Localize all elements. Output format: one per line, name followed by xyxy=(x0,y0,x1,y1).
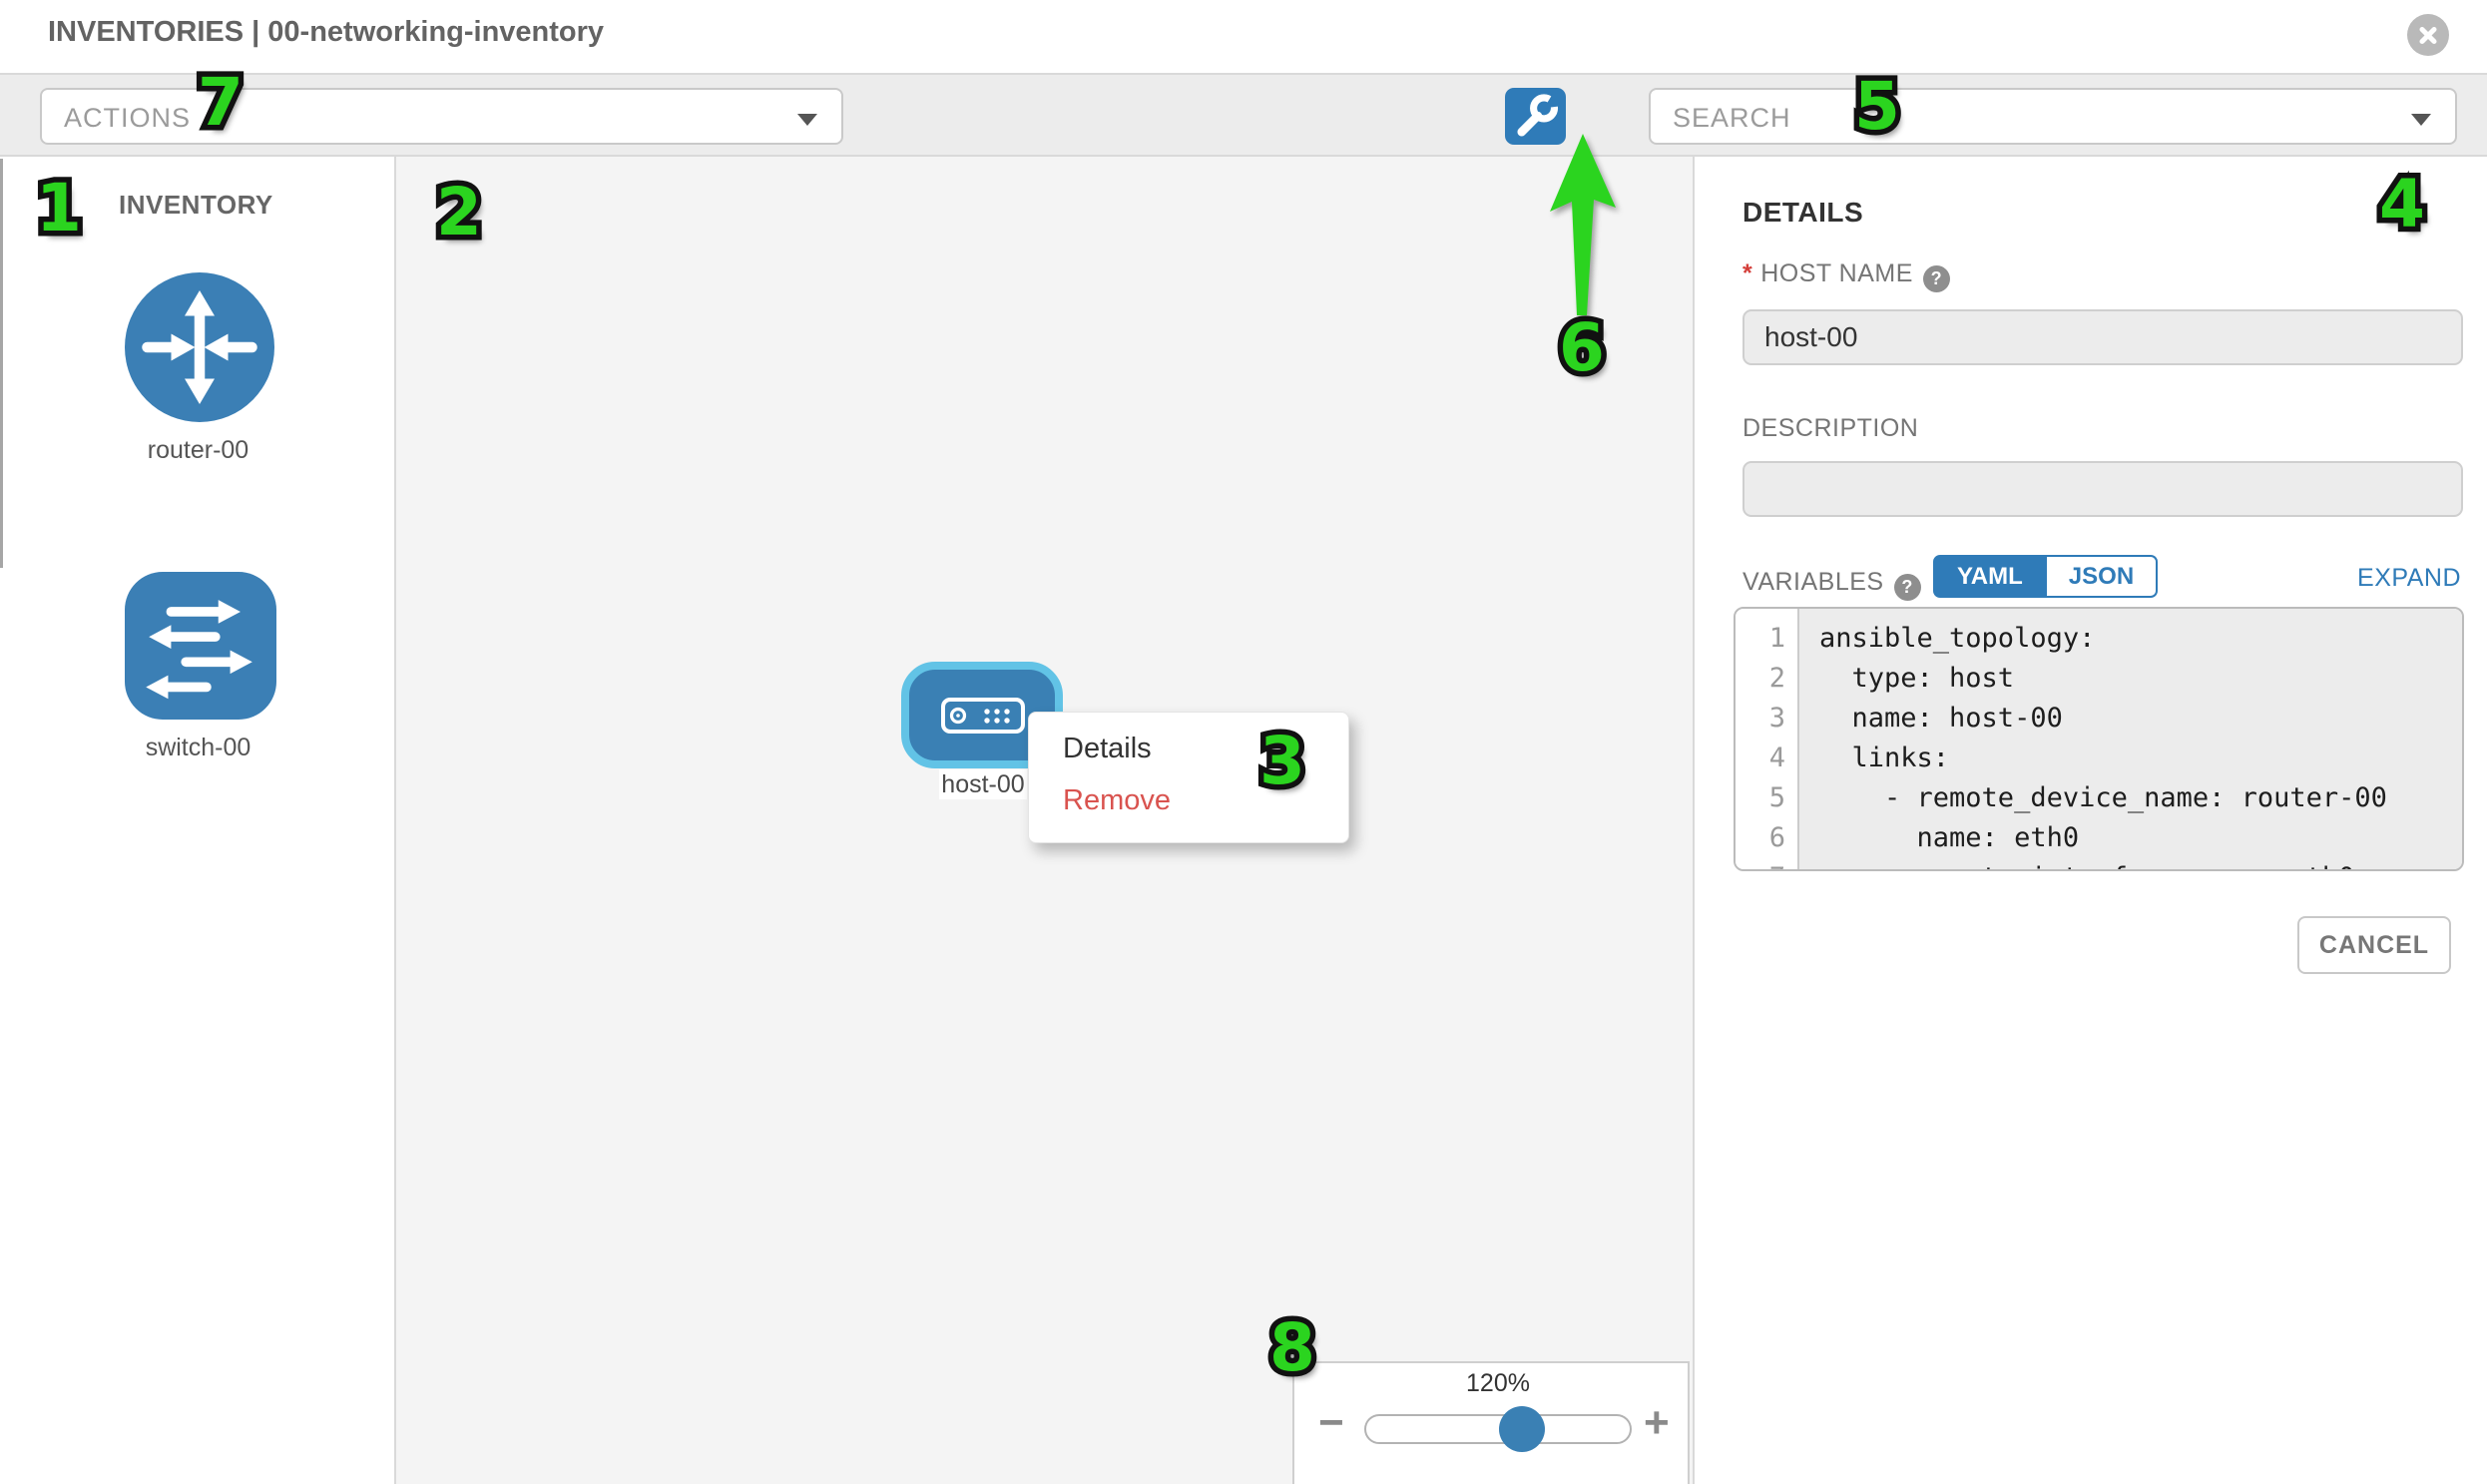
code-line: name: host-00 xyxy=(1819,699,2462,739)
chevron-down-icon xyxy=(2411,114,2431,126)
router-icon xyxy=(125,272,274,422)
variables-label: VARIABLES? xyxy=(1742,568,1921,601)
window-header: INVENTORIES | 00-networking-inventory xyxy=(0,0,2487,73)
palette-item-switch[interactable]: switch-00 xyxy=(0,572,396,761)
context-menu-item-remove[interactable]: Remove xyxy=(1063,784,1171,817)
actions-dropdown[interactable]: ACTIONS xyxy=(40,88,843,145)
variables-format-toggle: YAML JSON xyxy=(1933,555,2158,598)
variables-editor[interactable]: 1 2 3 4 5 6 7 ansible_topology: type: ho… xyxy=(1734,607,2464,871)
help-icon[interactable]: ? xyxy=(1894,574,1921,601)
host-name-label: *HOST NAME? xyxy=(1742,259,1950,292)
editor-code: ansible_topology: type: host name: host-… xyxy=(1799,609,2462,869)
chevron-down-icon xyxy=(797,114,817,126)
code-line: name: eth0 xyxy=(1819,818,2462,858)
help-icon[interactable]: ? xyxy=(1923,265,1950,292)
page-title: INVENTORIES | 00-networking-inventory xyxy=(48,16,604,49)
zoom-out-button[interactable]: − xyxy=(1318,1401,1344,1445)
tab-json[interactable]: JSON xyxy=(2047,555,2158,598)
zoom-control: 120% − + xyxy=(1292,1361,1690,1484)
zoom-slider-handle[interactable] xyxy=(1499,1406,1545,1452)
code-line: ansible_topology: xyxy=(1819,619,2462,659)
expand-link[interactable]: EXPAND xyxy=(2357,564,2461,593)
wrench-button[interactable] xyxy=(1505,88,1566,145)
description-label: DESCRIPTION xyxy=(1742,414,1918,443)
editor-gutter: 1 2 3 4 5 6 7 xyxy=(1736,609,1799,869)
search-dropdown[interactable]: SEARCH xyxy=(1649,88,2457,145)
details-title: DETAILS xyxy=(1742,197,1863,229)
zoom-in-button[interactable]: + xyxy=(1644,1401,1670,1445)
code-line: links: xyxy=(1819,739,2462,778)
host-node-label: host-00 xyxy=(939,769,1027,799)
wrench-icon xyxy=(1505,88,1566,145)
toolbar: ACTIONS SEARCH xyxy=(0,73,2487,157)
code-line: - remote_device_name: router-00 xyxy=(1819,778,2462,818)
inventory-sidebar: INVENTORY router-00 xyxy=(0,157,396,1484)
context-menu-item-details[interactable]: Details xyxy=(1063,733,1152,765)
code-line: remote_interface_name: eth0 xyxy=(1819,858,2462,871)
context-menu: Details Remove xyxy=(1028,712,1349,843)
switch-icon xyxy=(125,572,276,720)
tab-yaml[interactable]: YAML xyxy=(1933,555,2047,598)
description-input[interactable] xyxy=(1742,461,2463,517)
close-button[interactable] xyxy=(2407,14,2449,56)
sidebar-title: INVENTORY xyxy=(119,190,273,221)
palette-item-label: router-00 xyxy=(0,436,396,465)
cancel-button[interactable]: CANCEL xyxy=(2297,916,2451,974)
host-name-input[interactable] xyxy=(1742,309,2463,365)
palette-item-router[interactable]: router-00 xyxy=(0,272,396,462)
actions-dropdown-label: ACTIONS xyxy=(64,103,191,134)
palette-item-label: switch-00 xyxy=(0,734,396,762)
search-dropdown-label: SEARCH xyxy=(1673,103,1791,134)
details-panel: DETAILS *HOST NAME? DESCRIPTION VARIABLE… xyxy=(1693,157,2487,1484)
zoom-slider-track[interactable] xyxy=(1364,1414,1632,1444)
code-line: type: host xyxy=(1819,659,2462,699)
zoom-level-label: 120% xyxy=(1364,1369,1632,1398)
topology-canvas[interactable]: host-00 Details Remove 120% − + xyxy=(396,157,1693,1484)
required-asterisk: * xyxy=(1742,259,1752,287)
